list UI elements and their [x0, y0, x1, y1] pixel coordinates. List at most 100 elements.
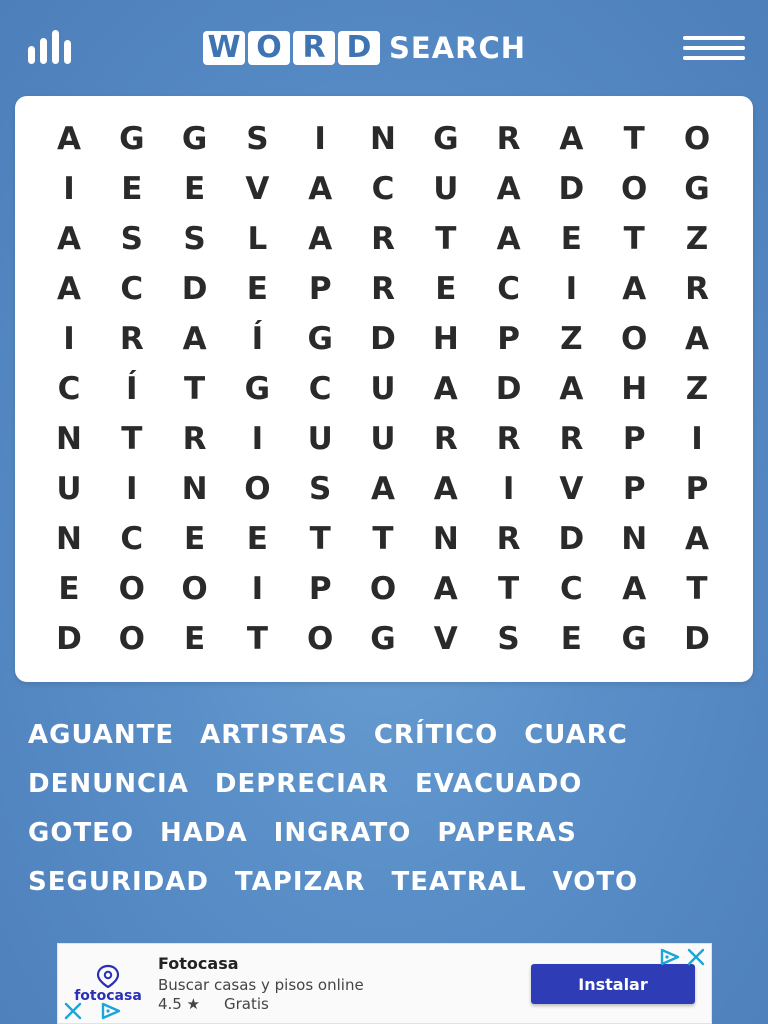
grid-cell[interactable]: A — [292, 214, 348, 264]
grid-cell[interactable]: I — [229, 414, 285, 464]
close-icon[interactable] — [687, 948, 705, 966]
grid-cell[interactable]: C — [292, 364, 348, 414]
grid-cell[interactable]: S — [104, 214, 160, 264]
grid-cell[interactable]: I — [104, 464, 160, 514]
grid-cell[interactable]: R — [104, 314, 160, 364]
grid-cell[interactable]: D — [481, 364, 537, 414]
grid-cell[interactable]: O — [104, 564, 160, 614]
grid-cell[interactable]: L — [229, 214, 285, 264]
grid-cell[interactable]: N — [355, 114, 411, 164]
grid-cell[interactable]: R — [543, 414, 599, 464]
grid-cell[interactable]: C — [104, 264, 160, 314]
grid-cell[interactable]: O — [606, 314, 662, 364]
grid-cell[interactable]: D — [355, 314, 411, 364]
install-button[interactable]: Instalar — [531, 964, 695, 1004]
grid-cell[interactable]: C — [355, 164, 411, 214]
grid-cell[interactable]: U — [355, 414, 411, 464]
grid-cell[interactable]: A — [543, 114, 599, 164]
grid-cell[interactable]: O — [104, 614, 160, 664]
grid-cell[interactable]: E — [167, 164, 223, 214]
grid-cell[interactable]: A — [606, 564, 662, 614]
grid-cell[interactable]: Z — [669, 364, 725, 414]
grid-cell[interactable]: P — [292, 264, 348, 314]
grid-cell[interactable]: O — [229, 464, 285, 514]
grid-cell[interactable]: S — [292, 464, 348, 514]
grid-cell[interactable]: G — [229, 364, 285, 414]
grid-cell[interactable]: N — [41, 414, 97, 464]
grid-cell[interactable]: G — [418, 114, 474, 164]
grid-cell[interactable]: T — [669, 564, 725, 614]
grid-cell[interactable]: D — [167, 264, 223, 314]
grid-cell[interactable]: A — [418, 364, 474, 414]
grid-cell[interactable]: A — [418, 564, 474, 614]
grid-cell[interactable]: A — [669, 314, 725, 364]
grid-cell[interactable]: E — [167, 514, 223, 564]
grid-cell[interactable]: I — [229, 564, 285, 614]
grid-cell[interactable]: T — [606, 114, 662, 164]
grid-cell[interactable]: T — [167, 364, 223, 414]
grid-cell[interactable]: U — [41, 464, 97, 514]
grid-cell[interactable]: P — [606, 464, 662, 514]
grid-cell[interactable]: A — [606, 264, 662, 314]
grid-cell[interactable]: A — [41, 264, 97, 314]
adchoices-icon[interactable] — [659, 948, 681, 966]
grid-cell[interactable]: R — [481, 414, 537, 464]
grid-cell[interactable]: N — [41, 514, 97, 564]
grid-cell[interactable]: G — [292, 314, 348, 364]
grid-cell[interactable]: V — [418, 614, 474, 664]
grid-cell[interactable]: E — [543, 614, 599, 664]
grid-cell[interactable]: A — [41, 214, 97, 264]
grid-cell[interactable]: I — [41, 164, 97, 214]
grid-cell[interactable]: G — [606, 614, 662, 664]
grid-cell[interactable]: E — [104, 164, 160, 214]
grid-cell[interactable]: O — [167, 564, 223, 614]
grid-cell[interactable]: G — [167, 114, 223, 164]
grid-cell[interactable]: T — [229, 614, 285, 664]
grid-cell[interactable]: G — [104, 114, 160, 164]
grid-cell[interactable]: A — [167, 314, 223, 364]
grid-cell[interactable]: I — [669, 414, 725, 464]
grid-cell[interactable]: A — [481, 214, 537, 264]
grid-cell[interactable]: V — [229, 164, 285, 214]
grid-cell[interactable]: N — [167, 464, 223, 514]
grid-cell[interactable]: Í — [229, 314, 285, 364]
grid-cell[interactable]: T — [104, 414, 160, 464]
grid-cell[interactable]: T — [481, 564, 537, 614]
close-icon[interactable] — [64, 1002, 82, 1020]
grid-cell[interactable]: D — [41, 614, 97, 664]
grid-cell[interactable]: U — [418, 164, 474, 214]
grid-cell[interactable]: S — [229, 114, 285, 164]
grid-cell[interactable]: G — [355, 614, 411, 664]
grid-cell[interactable]: A — [543, 364, 599, 414]
grid-cell[interactable]: R — [355, 214, 411, 264]
grid-cell[interactable]: D — [543, 164, 599, 214]
grid-cell[interactable]: E — [229, 264, 285, 314]
grid-cell[interactable]: O — [606, 164, 662, 214]
grid-cell[interactable]: H — [606, 364, 662, 414]
grid-cell[interactable]: R — [481, 514, 537, 564]
grid-cell[interactable]: O — [669, 114, 725, 164]
grid-cell[interactable]: Z — [543, 314, 599, 364]
grid-cell[interactable]: A — [481, 164, 537, 214]
grid-cell[interactable]: E — [418, 264, 474, 314]
grid-cell[interactable]: P — [606, 414, 662, 464]
grid-cell[interactable]: C — [104, 514, 160, 564]
grid-cell[interactable]: N — [418, 514, 474, 564]
grid-cell[interactable]: I — [543, 264, 599, 314]
grid-cell[interactable]: R — [669, 264, 725, 314]
grid-cell[interactable]: R — [481, 114, 537, 164]
grid-cell[interactable]: V — [543, 464, 599, 514]
grid-cell[interactable]: N — [606, 514, 662, 564]
grid-cell[interactable]: R — [355, 264, 411, 314]
grid-cell[interactable]: Í — [104, 364, 160, 414]
grid-cell[interactable]: T — [355, 514, 411, 564]
grid-cell[interactable]: P — [669, 464, 725, 514]
grid-cell[interactable]: A — [355, 464, 411, 514]
grid-cell[interactable]: D — [669, 614, 725, 664]
grid-cell[interactable]: O — [355, 564, 411, 614]
grid-cell[interactable]: U — [355, 364, 411, 414]
ad-banner[interactable]: fotocasa Fotocasa Buscar casas y pisos o… — [57, 943, 712, 1024]
grid-cell[interactable]: E — [167, 614, 223, 664]
grid-cell[interactable]: Z — [669, 214, 725, 264]
grid-cell[interactable]: O — [292, 614, 348, 664]
